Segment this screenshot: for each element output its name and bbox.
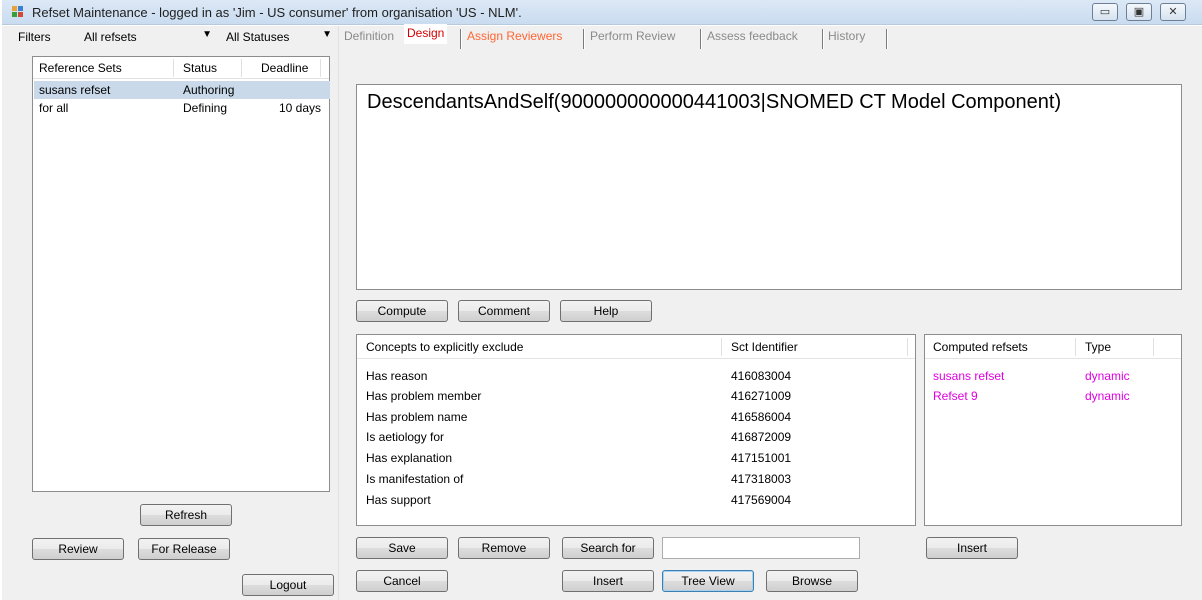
tab-assess-feedback[interactable]: Assess feedback — [705, 27, 800, 47]
close-button[interactable]: ✕ — [1160, 3, 1186, 21]
splitter[interactable] — [338, 26, 342, 600]
comment-button[interactable]: Comment — [458, 300, 550, 322]
concept-name: Has explanation — [366, 451, 453, 465]
refset-deadline: 10 days — [279, 101, 322, 115]
insert-button[interactable]: Insert — [562, 570, 654, 592]
insert-computed-button[interactable]: Insert — [926, 537, 1018, 559]
column-header-computed-refsets[interactable]: Computed refsets — [933, 340, 1028, 354]
sct-identifier: 416271009 — [731, 389, 792, 403]
concept-name: Is manifestation of — [366, 472, 464, 486]
browse-button[interactable]: Browse — [766, 570, 858, 592]
window-title: Refset Maintenance - logged in as 'Jim -… — [32, 5, 522, 20]
exclusions-list[interactable]: Concepts to explicitly exclude Sct Ident… — [356, 334, 916, 526]
computed-refset-name: Refset 9 — [933, 389, 978, 403]
compute-button[interactable]: Compute — [356, 300, 448, 322]
tab-definition[interactable]: Definition — [342, 27, 396, 47]
refset-filter-value: All refsets — [84, 30, 137, 44]
refresh-button[interactable]: Refresh — [140, 504, 232, 526]
save-button[interactable]: Save — [356, 537, 448, 559]
concept-name: Has reason — [366, 369, 428, 383]
refset-list[interactable]: Reference Sets Status Deadline susans re… — [32, 56, 330, 492]
maximize-button[interactable]: ▣ — [1126, 3, 1152, 21]
exclusions-header: Concepts to explicitly exclude Sct Ident… — [357, 335, 915, 359]
app-window: Refset Maintenance - logged in as 'Jim -… — [0, 0, 1202, 600]
computed-refsets-list[interactable]: Computed refsets Type susans refset dyna… — [924, 334, 1182, 526]
column-header-sct-identifier[interactable]: Sct Identifier — [731, 340, 798, 354]
refset-filter-dropdown[interactable]: All refsets ▼ — [80, 27, 218, 47]
tab-assign-reviewers[interactable]: Assign Reviewers — [465, 27, 564, 47]
chevron-down-icon: ▼ — [202, 29, 212, 40]
tab-design[interactable]: Design — [404, 24, 448, 44]
refset-status: Authoring — [183, 83, 235, 97]
concept-name: Has problem name — [366, 410, 468, 424]
column-header-concept[interactable]: Concepts to explicitly exclude — [366, 340, 523, 354]
computed-refset-type: dynamic — [1085, 369, 1130, 383]
sct-identifier: 416586004 — [731, 410, 792, 424]
status-filter-value: All Statuses — [226, 30, 290, 44]
status-filter-dropdown[interactable]: All Statuses ▼ — [222, 27, 334, 47]
concept-name: Is aetiology for — [366, 430, 445, 444]
sct-identifier: 417569004 — [731, 493, 792, 507]
refset-name: for all — [39, 101, 69, 115]
chevron-down-icon: ▼ — [322, 29, 332, 40]
help-button[interactable]: Help — [560, 300, 652, 322]
definition-expression: DescendantsAndSelf(900000000000441003|SN… — [367, 91, 1062, 113]
search-for-button[interactable]: Search for — [562, 537, 654, 559]
tab-history[interactable]: History — [826, 27, 867, 47]
sct-identifier: 417318003 — [731, 472, 792, 486]
sct-identifier: 416083004 — [731, 369, 792, 383]
computed-refsets-header: Computed refsets Type — [925, 335, 1181, 359]
app-icon — [12, 6, 26, 18]
definition-editor[interactable]: DescendantsAndSelf(900000000000441003|SN… — [356, 84, 1182, 290]
search-input[interactable] — [662, 537, 860, 559]
concept-name: Has support — [366, 493, 431, 507]
concept-name: Has problem member — [366, 389, 482, 403]
tab-perform-review[interactable]: Perform Review — [588, 27, 677, 47]
minimize-button[interactable]: ▭ — [1092, 3, 1118, 21]
column-header-status[interactable]: Status — [183, 61, 217, 75]
table-row[interactable]: susans refset Authoring — [34, 81, 330, 99]
title-bar[interactable]: Refset Maintenance - logged in as 'Jim -… — [2, 0, 1202, 25]
filters-label: Filters — [18, 30, 51, 44]
table-row[interactable]: for all Defining 10 days — [34, 99, 330, 117]
sct-identifier: 417151001 — [731, 451, 792, 465]
column-header-deadline[interactable]: Deadline — [261, 61, 308, 75]
sct-identifier: 416872009 — [731, 430, 792, 444]
for-release-button[interactable]: For Release — [138, 538, 230, 560]
review-button[interactable]: Review — [32, 538, 124, 560]
refset-status: Defining — [183, 101, 228, 115]
computed-refset-type: dynamic — [1085, 389, 1130, 403]
refset-name: susans refset — [39, 83, 111, 97]
refset-list-header: Reference Sets Status Deadline — [33, 57, 329, 79]
computed-refset-name: susans refset — [933, 369, 1005, 383]
cancel-button[interactable]: Cancel — [356, 570, 448, 592]
column-header-type[interactable]: Type — [1085, 340, 1111, 354]
remove-button[interactable]: Remove — [458, 537, 550, 559]
tree-view-button[interactable]: Tree View — [662, 570, 754, 592]
logout-button[interactable]: Logout — [242, 574, 334, 596]
column-header-reference-sets[interactable]: Reference Sets — [39, 61, 122, 75]
